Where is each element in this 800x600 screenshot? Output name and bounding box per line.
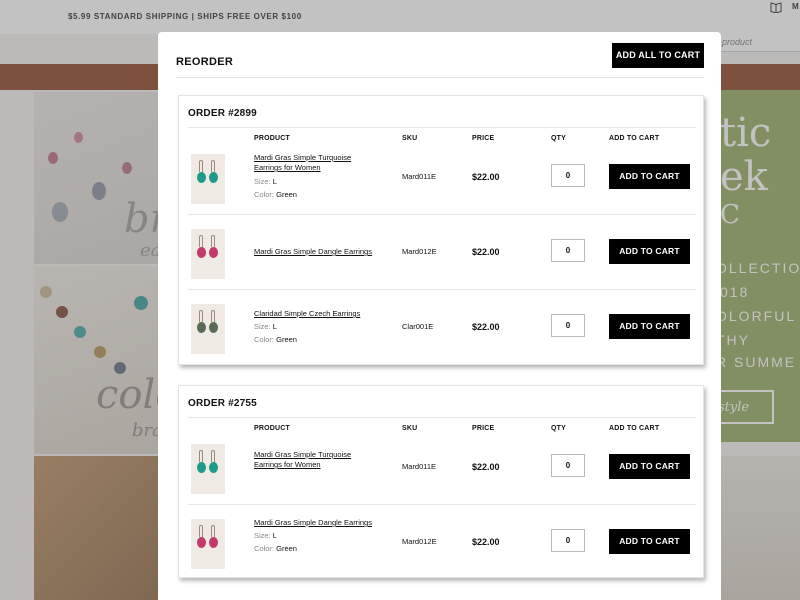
order-card: ORDER #2755 PRODUCT SKU PRICE QTY ADD TO… bbox=[178, 385, 704, 578]
quantity-input[interactable] bbox=[551, 164, 585, 187]
color-value: Green bbox=[276, 190, 297, 199]
add-to-cart-button[interactable]: ADD TO CART bbox=[609, 529, 690, 554]
size-label: Size: bbox=[254, 322, 271, 331]
table-row: Mardi Gras Simple Turquoise Earrings for… bbox=[179, 430, 703, 505]
product-thumbnail bbox=[191, 154, 225, 204]
product-name-link[interactable]: Claridad Simple Czech Earrings bbox=[254, 309, 374, 319]
stone bbox=[197, 537, 206, 548]
product-color: Color: Green bbox=[254, 335, 297, 344]
size-label: Size: bbox=[254, 177, 271, 186]
modal-title: REORDER bbox=[176, 56, 234, 68]
table-row: Claridad Simple Czech Earrings Size: L C… bbox=[179, 290, 703, 365]
divider bbox=[176, 77, 704, 78]
table-row: Mardi Gras Simple Turquoise Earrings for… bbox=[179, 140, 703, 215]
sku-cell: Mard012E bbox=[402, 537, 437, 546]
price-cell: $22.00 bbox=[472, 537, 500, 547]
price-cell: $22.00 bbox=[472, 322, 500, 332]
add-to-cart-button[interactable]: ADD TO CART bbox=[609, 239, 690, 264]
quantity-input[interactable] bbox=[551, 454, 585, 477]
product-size: Size: L bbox=[254, 531, 277, 540]
quantity-input[interactable] bbox=[551, 529, 585, 552]
product-color: Color: Green bbox=[254, 544, 297, 553]
divider bbox=[188, 127, 696, 128]
sku-cell: Mard012E bbox=[402, 247, 437, 256]
product-thumbnail bbox=[191, 229, 225, 279]
price-cell: $22.00 bbox=[472, 462, 500, 472]
stone bbox=[197, 462, 206, 473]
price-cell: $22.00 bbox=[472, 172, 500, 182]
product-size: Size: L bbox=[254, 322, 277, 331]
quantity-input[interactable] bbox=[551, 239, 585, 262]
stone bbox=[197, 322, 206, 333]
product-name-link[interactable]: Mardi Gras Simple Turquoise Earrings for… bbox=[254, 153, 374, 173]
product-thumbnail bbox=[191, 519, 225, 569]
add-all-to-cart-button[interactable]: ADD ALL TO CART bbox=[612, 43, 704, 68]
order-title: ORDER #2755 bbox=[188, 398, 257, 409]
add-to-cart-button[interactable]: ADD TO CART bbox=[609, 314, 690, 339]
color-label: Color: bbox=[254, 335, 275, 344]
order-card: ORDER #2899 PRODUCT SKU PRICE QTY ADD TO… bbox=[178, 95, 704, 365]
stone bbox=[209, 462, 218, 473]
size-value: L bbox=[272, 177, 277, 186]
stone bbox=[209, 322, 218, 333]
price-cell: $22.00 bbox=[472, 247, 500, 257]
stone bbox=[209, 537, 218, 548]
color-value: Green bbox=[276, 335, 297, 344]
add-to-cart-button[interactable]: ADD TO CART bbox=[609, 164, 690, 189]
quantity-input[interactable] bbox=[551, 314, 585, 337]
color-label: Color: bbox=[254, 544, 275, 553]
sku-cell: Mard011E bbox=[402, 462, 437, 471]
size-label: Size: bbox=[254, 531, 271, 540]
product-name-link[interactable]: Mardi Gras Simple Dangle Earrings bbox=[254, 247, 374, 257]
reorder-modal: REORDER ADD ALL TO CART ORDER #2899 PROD… bbox=[158, 32, 721, 600]
size-value: L bbox=[272, 322, 277, 331]
table-row: Mardi Gras Simple Dangle Earrings Mard01… bbox=[179, 215, 703, 290]
divider bbox=[188, 417, 696, 418]
product-name-link[interactable]: Mardi Gras Simple Dangle Earrings bbox=[254, 518, 374, 528]
sku-cell: Clar001E bbox=[402, 322, 434, 331]
size-value: L bbox=[272, 531, 277, 540]
order-title: ORDER #2899 bbox=[188, 108, 257, 119]
color-value: Green bbox=[276, 544, 297, 553]
stone bbox=[209, 247, 218, 258]
color-label: Color: bbox=[254, 190, 275, 199]
product-thumbnail bbox=[191, 444, 225, 494]
stone bbox=[197, 172, 206, 183]
add-to-cart-button[interactable]: ADD TO CART bbox=[609, 454, 690, 479]
product-thumbnail bbox=[191, 304, 225, 354]
sku-cell: Mard011E bbox=[402, 172, 437, 181]
product-color: Color: Green bbox=[254, 190, 297, 199]
table-row: Mardi Gras Simple Dangle Earrings Size: … bbox=[179, 505, 703, 580]
product-size: Size: L bbox=[254, 177, 277, 186]
stone bbox=[209, 172, 218, 183]
product-name-link[interactable]: Mardi Gras Simple Turquoise Earrings for… bbox=[254, 450, 374, 470]
stone bbox=[197, 247, 206, 258]
